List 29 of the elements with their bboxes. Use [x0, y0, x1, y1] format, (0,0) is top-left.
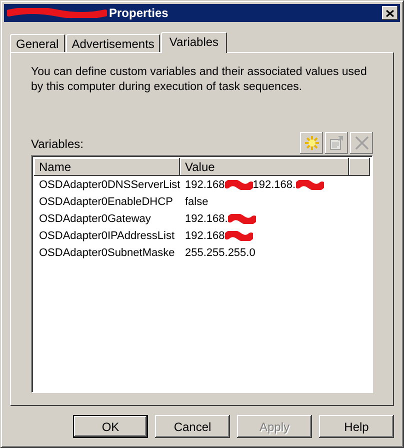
- dialog-button[interactable]: OK: [73, 415, 148, 438]
- starburst-icon: [304, 135, 320, 151]
- table-cell: 255.255.255.0: [185, 246, 256, 260]
- variables-label: Variables:: [31, 137, 84, 151]
- tab[interactable]: General: [10, 34, 65, 52]
- table-cell: 192.168.: [252, 178, 296, 192]
- table-cell-text: OSDAdapter0SubnetMaske: [38, 246, 176, 260]
- dialog-button[interactable]: Help: [319, 415, 394, 438]
- table-cell: false: [185, 194, 208, 208]
- window-title: Properties: [109, 6, 168, 20]
- table-cell: 192.168: [185, 178, 225, 192]
- table-cell-text: OSDAdapter0IPAddressList: [38, 228, 176, 242]
- table-cell-text: OSDAdapter0DNSServerList: [38, 178, 180, 192]
- description-text: You can define custom variables and their associated values used by this computer during execution of task sequences.: [31, 65, 368, 95]
- column-header[interactable]: Value: [180, 158, 349, 176]
- close-icon: [386, 10, 394, 16]
- table-cell: 192.168.: [185, 212, 228, 226]
- table-cell-text: OSDAdapter0EnableDHCP: [38, 194, 174, 208]
- column-header[interactable]: Name: [34, 158, 180, 176]
- close-button[interactable]: [382, 6, 398, 20]
- tab[interactable]: Advertisements: [66, 34, 160, 52]
- column-header-filler: [349, 158, 370, 176]
- new-button[interactable]: [300, 132, 323, 154]
- delete-icon: [354, 135, 370, 151]
- properties-icon: [328, 135, 344, 151]
- dialog-button[interactable]: Cancel: [155, 415, 230, 438]
- table-cell-text: OSDAdapter0Gateway: [38, 212, 152, 226]
- table-cell: 192.168: [185, 228, 225, 242]
- tab[interactable]: Variables: [161, 32, 227, 53]
